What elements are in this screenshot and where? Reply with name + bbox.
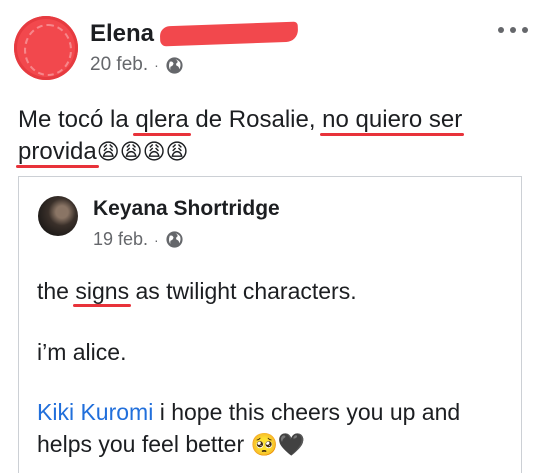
post-text-segment: Me tocó la — [18, 106, 136, 133]
post-date[interactable]: 20 feb. — [90, 54, 148, 76]
facebook-post: Elena 20 feb. · Me tocó la qlera de Rosa… — [0, 0, 540, 473]
shared-author-name[interactable]: Keyana Shortridge — [93, 197, 280, 221]
weary-face-emojis: 😩😩😩😩 — [96, 140, 189, 165]
post-text: Me tocó la qlera de Rosalie, no quiero s… — [18, 104, 528, 169]
shared-post-date[interactable]: 19 feb. — [93, 229, 148, 250]
underlined-word-signs: signs — [75, 278, 130, 304]
author-avatar-redacted[interactable] — [14, 16, 78, 80]
shared-text-segment: the — [37, 278, 76, 304]
post-text-segment: de Rosalie, — [188, 106, 323, 133]
meta-separator: · — [154, 231, 159, 248]
author-row: Elena — [90, 19, 299, 49]
post-meta: 20 feb. · — [90, 54, 184, 76]
underlined-word-qlera: qlera — [135, 106, 189, 133]
shared-text-line-3: Kiki Kuromi i hope this cheers you up an… — [37, 396, 507, 462]
shared-text-line-2: i’m alice. — [37, 339, 127, 365]
more-options-icon[interactable] — [498, 18, 528, 42]
globe-icon — [166, 56, 183, 74]
shared-post-meta: 19 feb. · — [93, 229, 184, 250]
author-name[interactable]: Elena — [90, 20, 154, 48]
underlined-phrase-no-quiero-ser: no quiero ser — [322, 106, 463, 133]
mention-link[interactable]: Kiki Kuromi — [37, 399, 153, 425]
shared-text-segment: as twilight characters. — [129, 278, 357, 304]
meta-separator: · — [154, 57, 159, 73]
underlined-word-provida: provida — [18, 138, 97, 165]
shared-text-line-1: the signs as twilight characters. — [37, 275, 507, 307]
name-redaction-scribble — [159, 21, 299, 47]
pleading-heart-emojis: 🥺🖤 — [250, 433, 306, 458]
shared-post-card[interactable]: Keyana Shortridge 19 feb. · the signs as… — [18, 176, 522, 473]
shared-author-avatar[interactable] — [38, 196, 78, 236]
globe-icon — [166, 231, 183, 248]
